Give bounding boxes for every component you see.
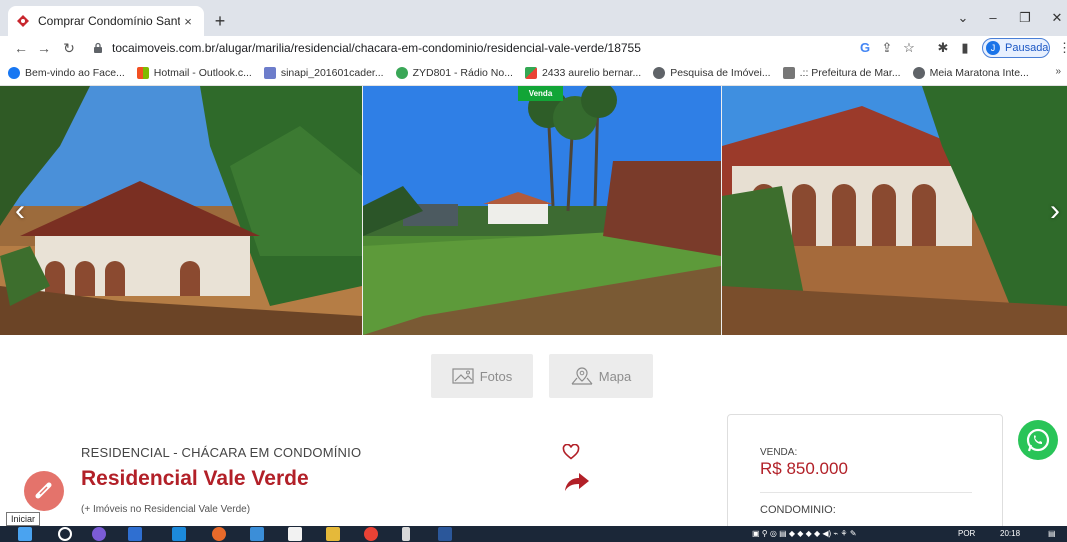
firefox-icon[interactable] (212, 527, 226, 541)
back-icon[interactable]: ← (10, 36, 32, 60)
map-button[interactable]: Mapa (549, 354, 653, 398)
app-icon[interactable] (250, 527, 264, 541)
outlook-icon[interactable] (128, 527, 142, 541)
bookmark-item[interactable]: Meia Maratona Inte... (912, 66, 1029, 79)
bookmarks-overflow-icon[interactable]: » (1055, 66, 1061, 77)
bookmark-item[interactable]: ZYD801 - Rádio No... (395, 66, 513, 79)
maps-icon[interactable] (402, 527, 410, 541)
restore-icon[interactable]: ❐ (1010, 6, 1040, 30)
app-icon[interactable] (92, 527, 106, 541)
close-window-icon[interactable]: ✕ (1042, 6, 1067, 30)
side-panel-icon[interactable]: ▮ (956, 38, 974, 58)
browser-tab-strip: Comprar Condomínio Santa Ge × + ⌄ – ❐ ✕ (0, 0, 1067, 36)
globe-icon (653, 66, 666, 79)
bookmark-item[interactable]: sinapi_201601cader... (263, 66, 384, 79)
google-icon[interactable]: G (856, 38, 874, 58)
condo-fee-label: CONDOMINIO: (760, 504, 836, 516)
reload-icon[interactable]: ↻ (58, 36, 80, 60)
lock-icon (94, 42, 102, 53)
site-favicon-icon (17, 15, 29, 27)
app-icon[interactable] (172, 527, 186, 541)
language-indicator[interactable]: POR (958, 526, 975, 542)
browser-toolbar: ← → ↻ tocaimoveis.com.br/alugar/marilia/… (0, 36, 1067, 60)
tab-title: Comprar Condomínio Santa Ge (38, 14, 180, 28)
tab-close-icon[interactable]: × (180, 14, 196, 29)
map-label: Mapa (598, 368, 632, 384)
floating-action-button[interactable] (24, 471, 64, 511)
bookmark-item[interactable]: Pesquisa de Imóvei... (653, 66, 771, 79)
whatsapp-icon (1026, 428, 1050, 452)
sale-price: R$ 850.000 (760, 459, 848, 478)
minimize-icon[interactable]: – (978, 6, 1008, 30)
bookmark-label: .:: Prefeitura de Mar... (799, 66, 901, 79)
chrome-icon[interactable] (364, 527, 378, 541)
url-text: tocaimoveis.com.br/alugar/marilia/reside… (112, 41, 641, 55)
share-arrow-icon[interactable] (564, 471, 590, 493)
tab-search-icon[interactable]: ⌄ (948, 6, 978, 30)
city-icon (782, 66, 795, 79)
maps-icon (524, 66, 537, 79)
document-icon[interactable] (288, 527, 302, 541)
more-properties-link[interactable]: (+ Imóveis no Residencial Vale Verde) (81, 504, 250, 515)
bookmark-label: Pesquisa de Imóvei... (670, 66, 771, 79)
bookmark-item[interactable]: Hotmail - Outlook.c... (136, 66, 252, 79)
forward-icon[interactable]: → (33, 36, 55, 60)
gallery-next-icon[interactable]: › (1043, 86, 1067, 335)
favorite-heart-icon[interactable] (562, 444, 580, 460)
gallery-photo[interactable] (722, 86, 1067, 335)
browser-tab[interactable]: Comprar Condomínio Santa Ge × (8, 6, 204, 36)
notifications-icon[interactable]: ▤ (1048, 526, 1056, 542)
address-bar[interactable]: tocaimoveis.com.br/alugar/marilia/reside… (92, 38, 848, 58)
bookmark-item[interactable]: Bem-vindo ao Face... (8, 66, 125, 79)
radio-icon (395, 66, 408, 79)
bookmark-label: 2433 aurelio bernar... (541, 66, 642, 79)
gallery-photo[interactable] (363, 86, 721, 335)
extensions-icon[interactable]: ✱ (934, 38, 952, 58)
gallery-prev-icon[interactable]: ‹ (8, 86, 32, 335)
facebook-icon (8, 66, 20, 79)
bookmark-label: Bem-vindo ao Face... (25, 66, 125, 79)
profile-button[interactable]: J Pausada (982, 38, 1050, 58)
photos-label: Fotos (479, 368, 513, 384)
share-page-icon[interactable]: ⇪ (878, 38, 896, 58)
sale-label: VENDA: (760, 447, 798, 458)
bookmark-item[interactable]: 2433 aurelio bernar... (524, 66, 642, 79)
document-icon (263, 66, 276, 79)
bookmarks-bar: Bem-vindo ao Face... Hotmail - Outlook.c… (0, 60, 1067, 86)
map-pin-icon (571, 367, 593, 385)
system-tray-icons[interactable]: ▣ ⚲ ◎ ▤ ◆ ◆ ◆ ◆ ◀) ⌁ ⚘ ✎ (752, 526, 857, 542)
bookmark-star-icon[interactable]: ☆ (900, 38, 918, 58)
browser-menu-icon[interactable]: ⋮ (1058, 38, 1067, 58)
new-tab-button[interactable]: + (208, 9, 232, 33)
folder-icon[interactable] (326, 527, 340, 541)
profile-status: Pausada (1005, 42, 1049, 54)
bookmark-item[interactable]: .:: Prefeitura de Mar... (782, 66, 901, 79)
gallery-photo[interactable] (0, 86, 362, 335)
property-title: Residencial Vale Verde (81, 467, 309, 490)
image-icon (452, 368, 474, 384)
property-type: RESIDENCIAL - CHÁCARA EM CONDOMÍNIO (81, 445, 362, 460)
photo-gallery[interactable] (0, 86, 1067, 335)
bookmark-label: Meia Maratona Inte... (929, 66, 1029, 79)
photos-button[interactable]: Fotos (431, 354, 533, 398)
clock[interactable]: 20:18 (1000, 526, 1020, 542)
bookmark-label: sinapi_201601cader... (280, 66, 384, 79)
globe-icon (912, 66, 925, 79)
windows-start-icon[interactable] (18, 527, 32, 541)
windows-taskbar: ▣ ⚲ ◎ ▤ ◆ ◆ ◆ ◆ ◀) ⌁ ⚘ ✎ POR 20:18 ▤ (0, 526, 1067, 542)
start-tooltip: Iniciar (6, 512, 41, 526)
price-card: VENDA: R$ 850.000 CONDOMINIO: (727, 414, 1003, 542)
bookmark-label: Hotmail - Outlook.c... (153, 66, 252, 79)
word-icon[interactable] (438, 527, 452, 541)
microsoft-icon (136, 66, 149, 79)
link-icon (35, 482, 52, 499)
sale-badge: Venda (518, 86, 563, 101)
bookmark-label: ZYD801 - Rádio No... (412, 66, 513, 79)
avatar: J (986, 41, 1000, 55)
whatsapp-button[interactable] (1018, 420, 1058, 460)
divider (760, 492, 972, 493)
search-icon[interactable] (58, 527, 72, 541)
